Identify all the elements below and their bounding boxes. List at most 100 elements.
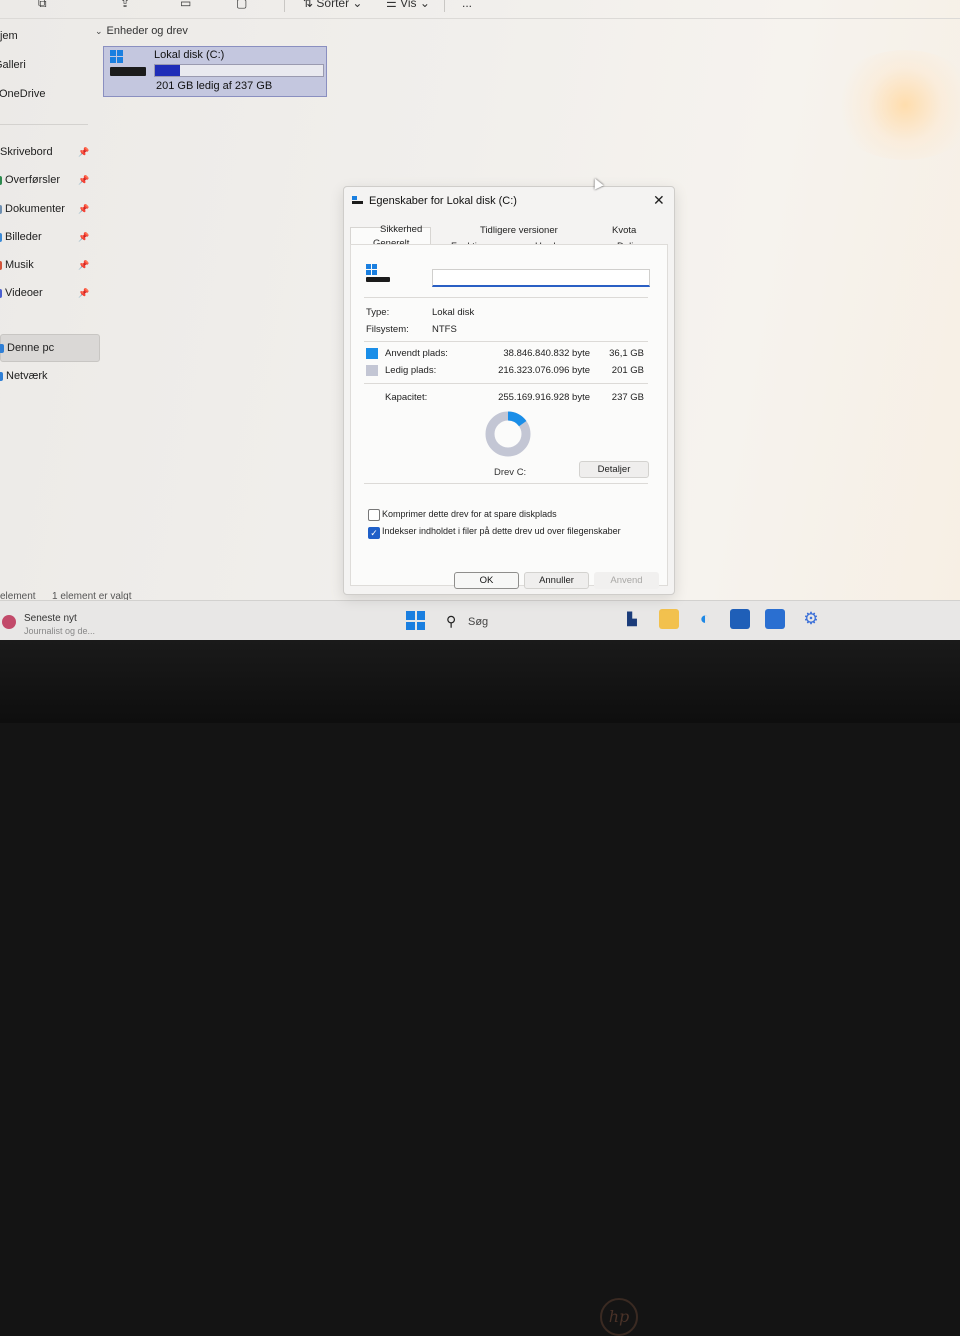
- hp-logo: hp: [600, 1298, 638, 1336]
- sort-label: Sortér: [316, 0, 350, 10]
- search-icon[interactable]: ⚲: [446, 613, 456, 630]
- tab-quota[interactable]: Kvota: [612, 225, 636, 236]
- free-space-bytes: 216.323.076.096 byte: [498, 365, 590, 376]
- apply-button[interactable]: Anvend: [594, 572, 659, 589]
- index-checkbox[interactable]: ✓: [368, 527, 380, 539]
- sidebar-item-desktop[interactable]: Skrivebord 📌: [0, 141, 100, 163]
- drive-large-icon: [364, 264, 390, 284]
- mail-icon[interactable]: [765, 609, 785, 629]
- taskbar-search[interactable]: Søg: [468, 616, 488, 628]
- sidebar-divider: [0, 124, 88, 125]
- sidebar-item-this-pc[interactable]: Denne pc: [0, 334, 100, 362]
- news-widget-icon[interactable]: [2, 615, 16, 629]
- drive-free-space: 201 GB ledig af 237 GB: [156, 80, 273, 92]
- screen-glare: [830, 50, 960, 160]
- sidebar-item-documents[interactable]: Dokumenter 📌: [0, 198, 100, 220]
- chevron-down-icon: ⌄: [95, 26, 103, 36]
- drive-letter-label: Drev C:: [494, 467, 527, 478]
- used-space-bytes: 38.846.840.832 byte: [503, 348, 590, 359]
- sidebar-item-label: Billeder: [5, 231, 42, 243]
- sidebar-item-videos[interactable]: Videoer 📌: [0, 282, 100, 304]
- ok-button[interactable]: OK: [454, 572, 519, 589]
- sidebar-item-label: Hjem: [0, 30, 18, 42]
- sidebar-item-label: Netværk: [6, 370, 48, 382]
- sidebar-item-gallery[interactable]: Galleri: [0, 54, 100, 76]
- laptop-bezel: hp: [0, 640, 960, 1336]
- windows-logo-icon: [110, 50, 123, 63]
- edge-browser-icon[interactable]: ◐: [695, 609, 715, 629]
- sidebar-item-music[interactable]: Musik 📌: [0, 254, 100, 276]
- pin-icon: 📌: [78, 287, 90, 298]
- sidebar-item-label: Musik: [5, 259, 34, 271]
- store-icon[interactable]: [730, 609, 750, 629]
- view-button[interactable]: ☰ Vis ⌄: [386, 0, 430, 10]
- pin-icon: 📌: [78, 203, 90, 214]
- sidebar-item-network[interactable]: Netværk: [0, 365, 100, 387]
- used-space-gb: 36,1 GB: [609, 348, 644, 359]
- filesystem-value: NTFS: [432, 324, 457, 335]
- sort-button[interactable]: ⇅ Sortér ⌄: [303, 0, 362, 10]
- toolbar-border: [0, 18, 960, 19]
- sidebar-item-label: Dokumenter: [5, 203, 65, 215]
- capacity-bytes: 255.169.916.928 byte: [498, 392, 590, 403]
- rename-icon[interactable]: ▭: [180, 0, 191, 10]
- used-space-swatch: [366, 348, 378, 359]
- pin-icon: 📌: [78, 174, 90, 185]
- dialog-title: Egenskaber for Lokal disk (C:): [369, 195, 517, 207]
- drive-icon: [110, 67, 146, 76]
- section-header-devices[interactable]: ⌄ Enheder og drev: [95, 25, 188, 37]
- divider: [364, 297, 648, 298]
- downloads-icon: [0, 175, 2, 185]
- free-space-gb: 201 GB: [611, 365, 644, 376]
- explorer-toolbar: ⧉ ⇪ ▭ ▢ ⇅ Sortér ⌄ ☰ Vis ⌄ ...: [0, 0, 960, 14]
- drive-usage-fill: [155, 65, 181, 76]
- used-space-label: Anvendt plads:: [385, 348, 448, 359]
- copy-icon[interactable]: ⧉: [38, 0, 47, 11]
- tab-security[interactable]: Sikkerhed: [380, 224, 422, 235]
- tab-previous-versions[interactable]: Tidligere versioner: [480, 225, 558, 236]
- compress-checkbox[interactable]: [368, 509, 380, 521]
- section-title: Enheder og drev: [106, 25, 188, 37]
- delete-icon[interactable]: ▢: [236, 0, 247, 10]
- sidebar-item-label: OneDrive: [0, 88, 46, 100]
- free-space-swatch: [366, 365, 378, 376]
- close-icon[interactable]: ✕: [653, 192, 665, 209]
- this-pc-icon: [0, 343, 4, 353]
- windows-logo-icon: [366, 264, 377, 275]
- drive-tile-c[interactable]: Lokal disk (C:) 201 GB ledig af 237 GB: [103, 46, 327, 97]
- drive-usage-bar: [154, 64, 324, 77]
- more-options-button[interactable]: ...: [462, 0, 472, 10]
- share-icon[interactable]: ⇪: [120, 0, 130, 10]
- task-view-icon[interactable]: ▙: [622, 609, 642, 629]
- toolbar-divider: [444, 0, 445, 12]
- settings-gear-icon[interactable]: ⚙: [801, 609, 821, 629]
- pin-icon: 📌: [78, 231, 90, 242]
- divider: [364, 383, 648, 384]
- view-label: Vis: [400, 0, 417, 10]
- sidebar-item-downloads[interactable]: Overførsler 📌: [0, 169, 100, 191]
- sidebar-item-home[interactable]: Hjem: [0, 25, 100, 47]
- free-space-label: Ledig plads:: [385, 365, 437, 376]
- music-icon: [0, 260, 2, 270]
- pin-icon: 📌: [78, 146, 90, 157]
- news-widget-subtitle: Journalist og de...: [24, 626, 96, 636]
- toolbar-divider: [284, 0, 285, 12]
- file-explorer-icon[interactable]: [659, 609, 679, 629]
- compress-label[interactable]: Komprimer dette drev for at spare diskpl…: [382, 509, 557, 519]
- cancel-button[interactable]: Annuller: [524, 572, 589, 589]
- index-label[interactable]: Indekser indholdet i filer på dette drev…: [382, 526, 621, 536]
- sidebar-item-label: Videoer: [5, 287, 43, 299]
- sidebar-item-pictures[interactable]: Billeder 📌: [0, 226, 100, 248]
- sidebar-item-onedrive[interactable]: OneDrive: [0, 83, 100, 105]
- capacity-gb: 237 GB: [611, 392, 644, 403]
- screen: ⧉ ⇪ ▭ ▢ ⇅ Sortér ⌄ ☰ Vis ⌄ ... Hjem Gall…: [0, 0, 960, 640]
- drive-properties-dialog: Egenskaber for Lokal disk (C:) ✕ Sikkerh…: [343, 186, 675, 595]
- details-button[interactable]: Detaljer: [579, 461, 649, 478]
- drive-icon: [352, 196, 363, 204]
- news-widget-title[interactable]: Seneste nyt: [24, 613, 77, 624]
- sidebar-item-label: Denne pc: [7, 342, 55, 354]
- divider: [364, 341, 648, 342]
- volume-label-input[interactable]: [432, 269, 650, 287]
- type-value: Lokal disk: [432, 307, 475, 318]
- windows-logo-icon: [406, 611, 425, 630]
